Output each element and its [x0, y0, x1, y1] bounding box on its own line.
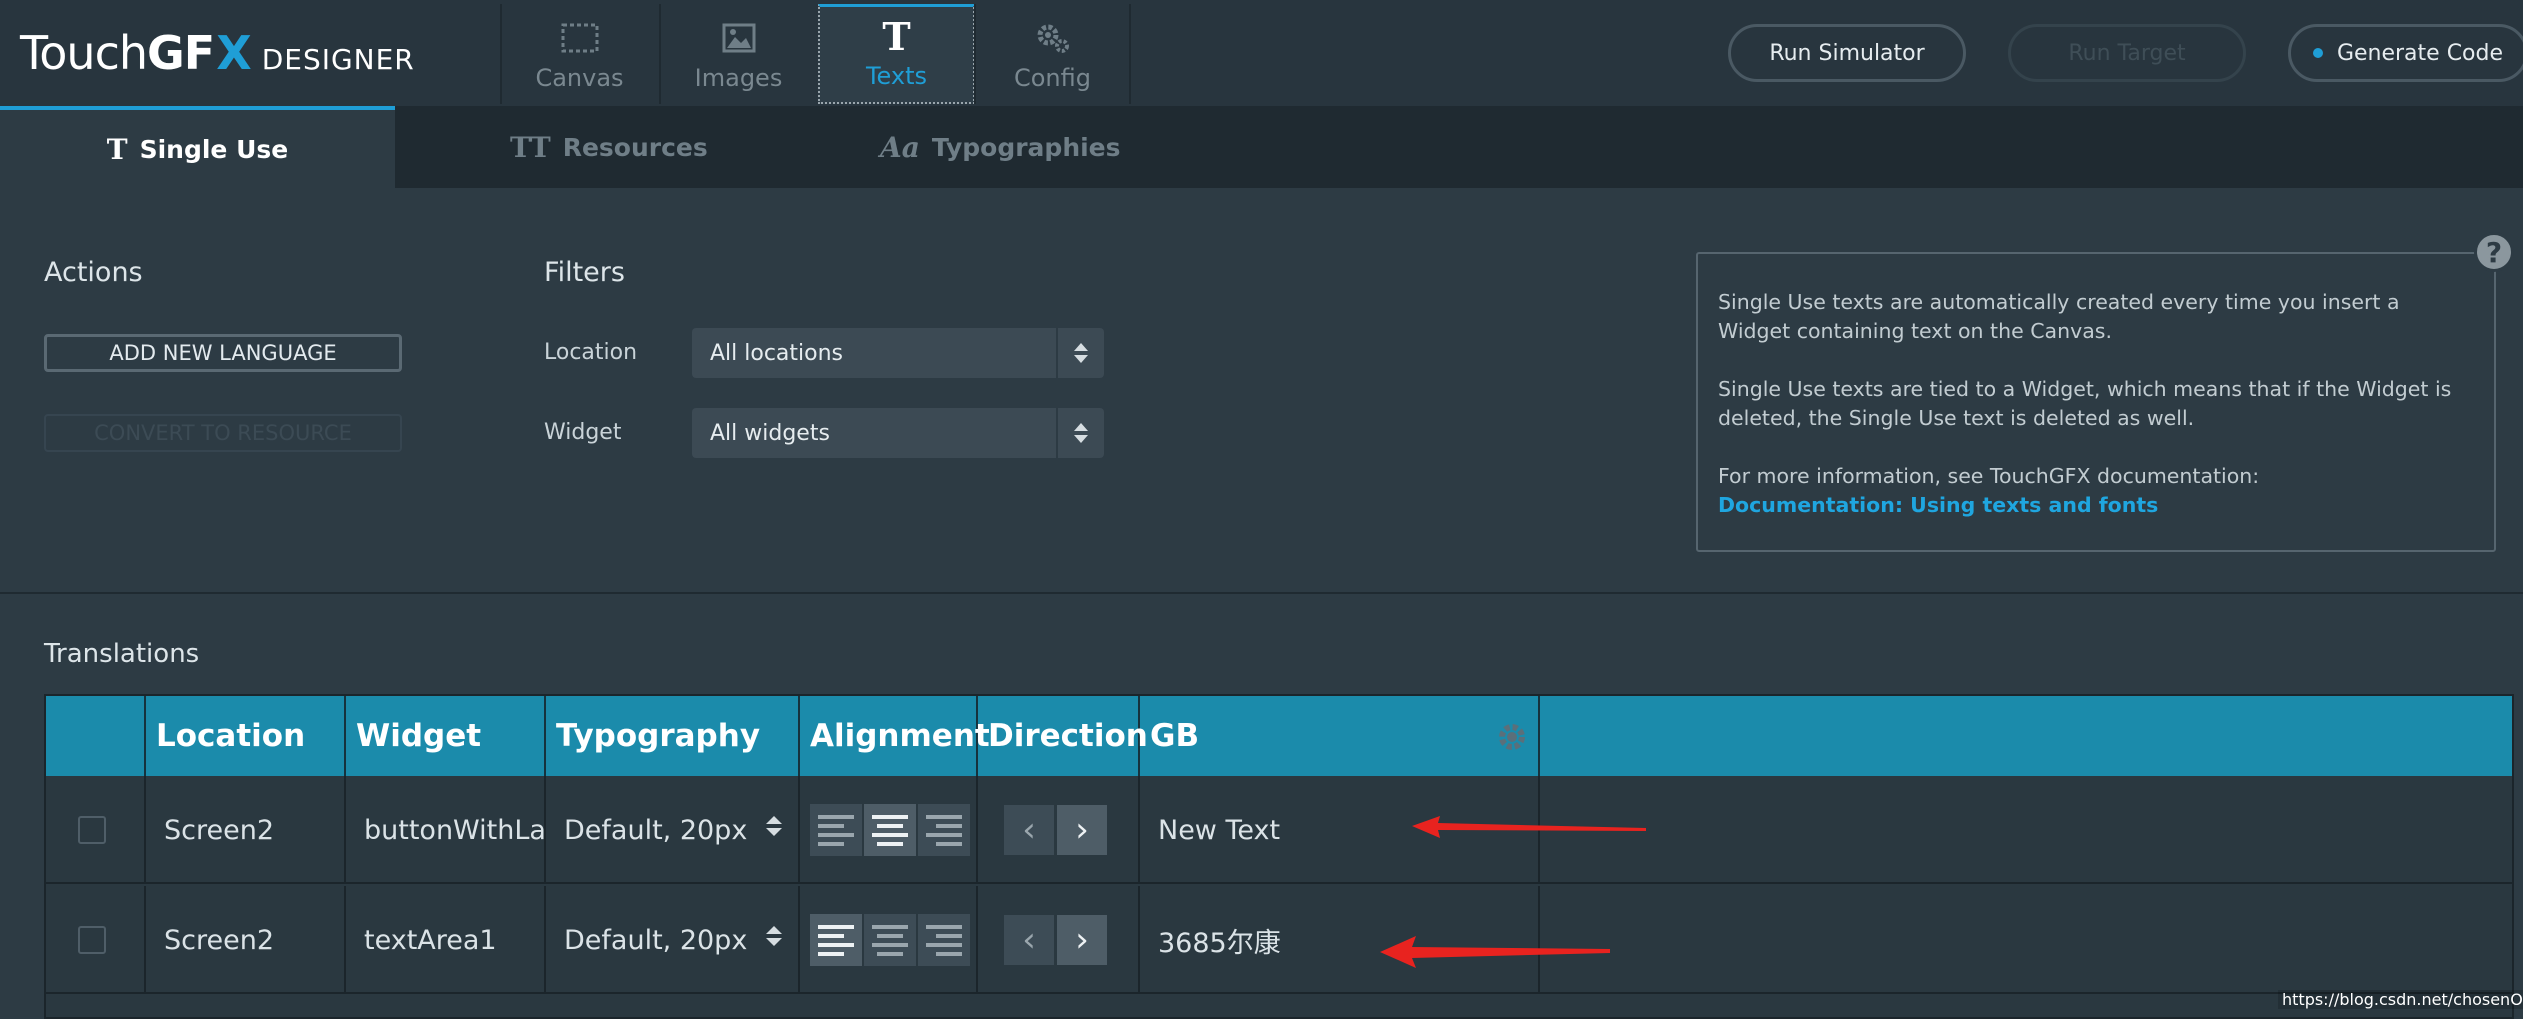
direction-ltr-icon[interactable]: ‹ — [1004, 915, 1054, 965]
cell-direction: ‹ › — [978, 886, 1140, 994]
location-filter-label: Location — [544, 340, 638, 365]
select-arrows-icon — [1056, 408, 1104, 458]
location-filter-select[interactable]: All locations — [692, 328, 1104, 378]
subtab-typographies[interactable]: Aa Typographies — [880, 106, 1121, 188]
header-direction[interactable]: Direction — [978, 696, 1148, 776]
cell-alignment — [800, 886, 978, 994]
subtab-single-use[interactable]: T Single Use — [0, 106, 395, 188]
row-select-cell — [46, 776, 146, 884]
translations-heading: Translations — [44, 639, 200, 669]
cell-typography: Default, 20px — [564, 814, 748, 846]
tab-texts[interactable]: T Texts — [818, 4, 975, 104]
translations-table: Location Widget Typography Alignment Dir… — [44, 694, 2514, 1019]
generate-code-label: Generate Code — [2336, 40, 2504, 66]
gear-icon — [1033, 20, 1073, 56]
align-center-icon[interactable] — [864, 804, 916, 856]
tab-canvas[interactable]: Canvas — [500, 4, 657, 104]
select-arrows-icon — [766, 816, 782, 836]
widget-filter-value: All widgets — [710, 420, 830, 446]
cell-typography-select[interactable]: Default, 20px — [546, 776, 800, 884]
direction-rtl-icon[interactable]: › — [1057, 915, 1107, 965]
resources-icon: TT — [510, 130, 551, 164]
info-paragraph-1: Single Use texts are automatically creat… — [1718, 290, 2400, 343]
text-icon: T — [882, 13, 911, 59]
header-location[interactable]: Location — [146, 696, 346, 776]
cell-location: Screen2 — [146, 886, 346, 994]
annotation-arrow-row1 — [1412, 816, 1646, 838]
top-bar: Touch GF X DESIGNER Canvas Images T Texts C… — [0, 0, 2523, 106]
tab-config-label: Config — [1013, 64, 1091, 92]
convert-to-resource-button[interactable]: CONVERT TO RESOURCE — [44, 414, 402, 452]
align-right-icon[interactable] — [918, 804, 970, 856]
help-icon[interactable]: ? — [2474, 232, 2514, 272]
image-icon — [719, 20, 759, 56]
tab-images-label: Images — [694, 64, 783, 92]
logo-gf: GF — [147, 26, 215, 80]
select-arrows-icon — [1056, 328, 1104, 378]
documentation-link[interactable]: Documentation: Using texts and fonts — [1718, 491, 2474, 520]
tab-texts-label: Texts — [865, 62, 928, 90]
align-right-icon[interactable] — [918, 914, 970, 966]
row-select-cell — [46, 886, 146, 994]
header-alignment[interactable]: Alignment — [800, 696, 990, 776]
cell-alignment — [800, 776, 978, 884]
info-box: Single Use texts are automatically creat… — [1696, 252, 2496, 552]
cell-direction: ‹ › — [978, 776, 1140, 884]
align-center-icon[interactable] — [864, 914, 916, 966]
info-paragraph-2: Single Use texts are tied to a Widget, w… — [1718, 377, 2452, 430]
logo-touch: Touch — [20, 26, 148, 80]
subtab-resources-label: Resources — [562, 132, 708, 162]
add-new-language-button[interactable]: ADD NEW LANGUAGE — [44, 334, 402, 372]
cell-typography-select[interactable]: Default, 20px — [546, 886, 800, 994]
tab-images[interactable]: Images — [659, 4, 816, 104]
logo-designer: DESIGNER — [261, 43, 415, 76]
cell-typography: Default, 20px — [564, 924, 748, 956]
canvas-icon — [560, 20, 600, 56]
info-paragraph-3-text: For more information, see TouchGFX docum… — [1718, 464, 2260, 488]
cell-widget: textArea1 — [346, 886, 546, 994]
info-paragraph-3: For more information, see TouchGFX docum… — [1718, 462, 2474, 520]
header-typography[interactable]: Typography — [546, 696, 800, 776]
actions-heading: Actions — [44, 257, 143, 288]
header-gb[interactable]: GB — [1140, 696, 1540, 776]
subtab-single-use-label: Single Use — [139, 134, 289, 164]
location-filter-value: All locations — [710, 340, 844, 366]
direction-rtl-icon[interactable]: › — [1057, 805, 1107, 855]
subtab-typographies-label: Typographies — [931, 132, 1121, 162]
align-left-icon[interactable] — [810, 914, 862, 966]
typographies-icon: Aa — [880, 130, 920, 164]
annotation-arrow-row2 — [1380, 936, 1610, 968]
row-checkbox[interactable] — [78, 926, 106, 954]
align-left-icon[interactable] — [810, 804, 862, 856]
widget-filter-label: Widget — [544, 420, 622, 445]
table-header: Location Widget Typography Alignment Dir… — [46, 696, 2512, 776]
widget-filter-select[interactable]: All widgets — [692, 408, 1104, 458]
status-dot-icon — [2312, 48, 2323, 58]
subtab-resources[interactable]: TT Resources — [510, 106, 708, 188]
header-gb-label: GB — [1150, 718, 1200, 754]
app-logo: Touch GF X DESIGNER — [20, 26, 415, 82]
filters-heading: Filters — [544, 257, 625, 288]
run-simulator-button[interactable]: Run Simulator — [1728, 24, 1966, 82]
run-target-button[interactable]: Run Target — [2008, 24, 2246, 82]
cell-widget: buttonWithLabel1 — [346, 776, 546, 884]
tab-config[interactable]: Config — [974, 4, 1131, 104]
header-select-column — [46, 696, 146, 776]
table-row[interactable]: Screen2 textArea1 Default, 20px ‹ › 3685… — [46, 886, 2512, 994]
direction-ltr-icon[interactable]: ‹ — [1004, 805, 1054, 855]
row-checkbox[interactable] — [78, 816, 106, 844]
generate-code-button[interactable]: Generate Code — [2288, 24, 2523, 82]
cell-location: Screen2 — [146, 776, 346, 884]
table-row[interactable]: Screen2 buttonWithLabel1 Default, 20px ‹… — [46, 776, 2512, 884]
subtab-bar: T Single Use TT Resources Aa Typographie… — [0, 106, 2523, 188]
watermark-text: https://blog.csdn.net/chosenOne2 — [2278, 990, 2523, 1009]
tab-canvas-label: Canvas — [535, 64, 624, 92]
header-widget[interactable]: Widget — [346, 696, 546, 776]
logo-x: X — [216, 26, 252, 80]
single-use-icon: T — [106, 132, 128, 166]
select-arrows-icon — [766, 926, 782, 946]
section-divider — [0, 592, 2523, 594]
gear-icon[interactable] — [1496, 721, 1528, 753]
